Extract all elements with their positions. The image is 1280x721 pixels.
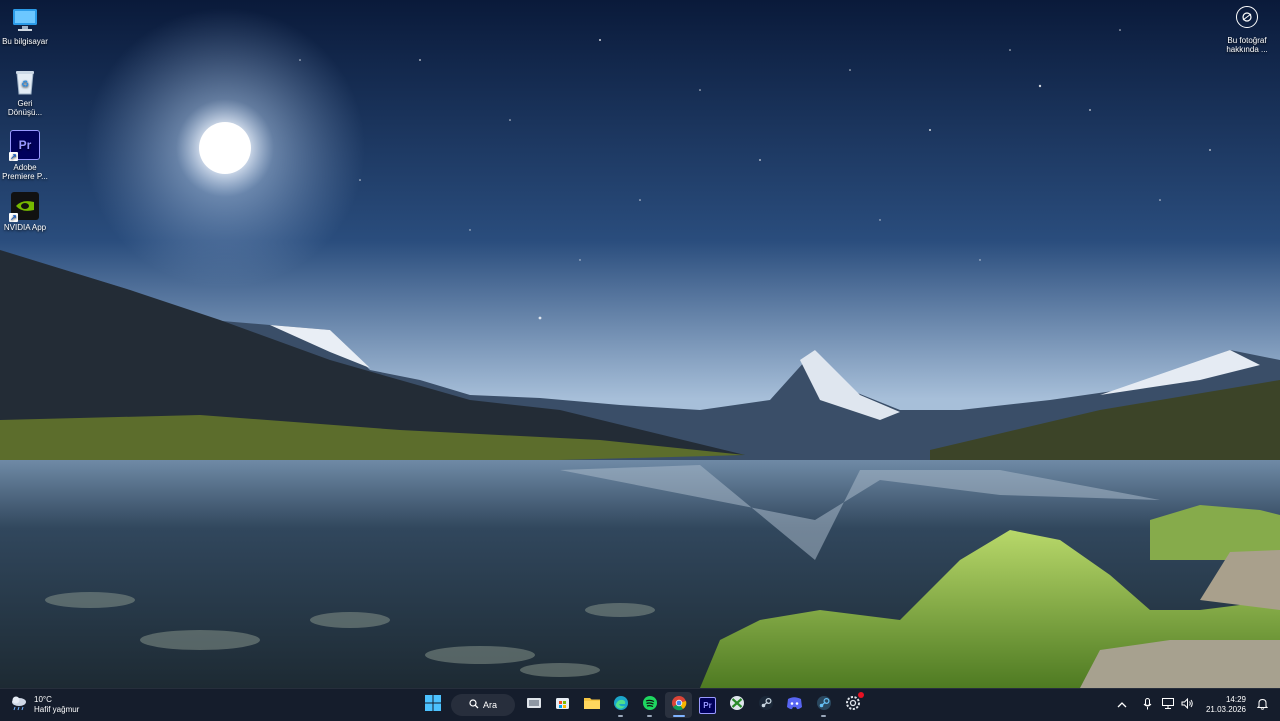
desktop-icon-adobe-premiere[interactable]: Pr ↗ Adobe Premiere P... [0,124,50,181]
steam-icon [758,695,774,716]
weather-desc: Hafif yağmur [34,705,80,714]
about-this-photo[interactable]: Bu fotoğraf hakkında ... [1222,6,1272,54]
folder-icon [583,696,600,714]
start-button[interactable] [419,692,446,718]
desktop-icon-label: Bu bilgisayar [2,37,48,46]
cloud-rain-icon [10,695,28,716]
notifications-button[interactable] [1252,694,1272,716]
running-indicator [647,715,652,717]
running-indicator [821,715,826,717]
recycle-bin-icon: ♻ [11,68,39,96]
file-explorer-button[interactable] [578,692,605,718]
discord-button[interactable] [781,692,808,718]
clock-date: 21.03.2026 [1205,705,1246,714]
search-label: Ara [482,700,497,710]
discord-icon [786,696,803,715]
microphone-icon [1143,697,1152,713]
volume-button[interactable] [1178,694,1198,716]
speaker-icon [1181,697,1194,712]
notification-dot-icon [857,691,864,698]
edge-button[interactable] [607,692,634,718]
taskbar: 10°C Hafif yağmur Ara Pr 14:29 21.03.202… [0,688,1280,721]
desktop-icon-nvidia-app[interactable]: ↗ NVIDIA App [0,186,50,232]
chevron-up-icon [1117,700,1127,711]
taskbar-search[interactable]: Ara [451,694,515,716]
running-indicator [672,715,685,717]
taskbar-apps: Ara Pr [418,691,867,718]
desktop-wallpaper [0,0,1280,688]
chrome-icon [671,695,687,716]
about-photo-label: Bu fotoğraf hakkında ... [1226,36,1268,54]
steam-alt-button[interactable] [810,692,837,718]
weather-temp: 10°C [34,695,52,704]
system-tray: 14:29 21.03.2026 [1112,693,1272,717]
spotify-button[interactable] [636,692,663,718]
running-indicator [618,715,623,717]
steam-alt-icon [816,695,832,716]
network-button[interactable] [1158,694,1178,716]
clock-time: 14:29 [1225,695,1246,704]
search-icon [469,699,479,711]
microsoft-store-icon [555,695,570,715]
microphone-button[interactable] [1138,694,1158,716]
chrome-button[interactable] [665,692,692,718]
weather-widget[interactable]: 10°C Hafif yağmur [10,693,79,717]
desktop-icon-label: Adobe Premiere P... [2,163,48,181]
desktop-icon-label: Geri Dönüşü... [7,99,43,117]
microsoft-store-button[interactable] [549,692,576,718]
shortcut-arrow-icon: ↗ [9,152,18,161]
show-hidden-icons-button[interactable] [1112,694,1132,716]
windows-start-icon [424,694,441,716]
settings-icon [845,691,864,716]
camera-icon [1236,6,1258,28]
xbox-icon [729,695,745,716]
edge-icon [613,695,629,716]
desktop-icon-recycle-bin[interactable]: ♻ Geri Dönüşü... [0,62,50,117]
monitor-icon [11,6,39,34]
desktop-icon-this-pc[interactable]: Bu bilgisayar [0,0,50,46]
xbox-button[interactable] [723,692,750,718]
premiere-pro-icon: Pr ↗ [9,130,40,161]
wallpaper-landscape-image [0,0,1280,688]
steam-button[interactable] [752,692,779,718]
desktop-icon-label: NVIDIA App [3,223,47,232]
nvidia-icon: ↗ [9,192,39,222]
task-view-icon [526,696,541,714]
spotify-icon [642,695,658,716]
premiere-pro-button[interactable]: Pr [694,692,721,718]
premiere-pro-icon: Pr [699,696,716,714]
shortcut-arrow-icon: ↗ [9,213,18,222]
task-view-button[interactable] [520,692,547,718]
settings-button[interactable] [839,691,866,718]
notification-bell-icon [1256,698,1268,713]
network-icon [1161,698,1174,712]
svg-text:♻: ♻ [21,80,29,90]
clock[interactable]: 14:29 21.03.2026 [1206,695,1246,715]
